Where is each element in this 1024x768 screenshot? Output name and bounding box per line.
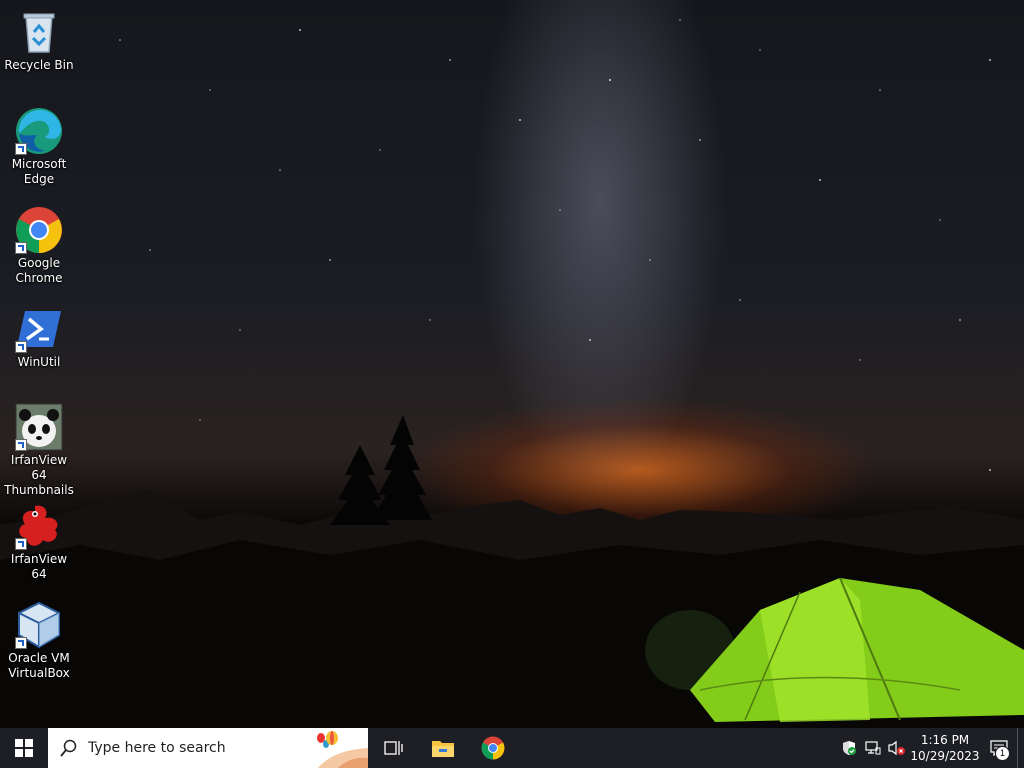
notification-count-badge: 1 xyxy=(995,746,1010,761)
folder-icon xyxy=(432,741,454,757)
show-desktop-button[interactable] xyxy=(1017,728,1024,768)
powershell-icon xyxy=(15,305,63,353)
desktop-icon-label: Recycle Bin xyxy=(4,58,74,72)
task-view-button[interactable] xyxy=(368,728,418,768)
irfanview-icon xyxy=(15,502,63,550)
recycle-bin-icon xyxy=(15,8,63,56)
desktop-icon-label: Oracle VM VirtualBox xyxy=(8,651,70,680)
desktop-icon-recycle-bin[interactable]: Recycle Bin xyxy=(2,4,76,73)
system-tray: 1:16 PM 10/29/2023 1 xyxy=(837,728,1024,768)
network-icon xyxy=(865,741,881,755)
taskbar-clock[interactable]: 1:16 PM 10/29/2023 xyxy=(909,732,981,764)
taskbar: Type here to search 1:16 PM 10/29/2023 1 xyxy=(0,728,1024,768)
desktop-icon-label: IrfanView 64 xyxy=(10,552,68,581)
shortcut-arrow-icon xyxy=(15,439,27,451)
clock-time: 1:16 PM xyxy=(920,733,970,747)
desktop-icon-irfanview[interactable]: IrfanView 64 xyxy=(2,498,76,582)
desktop-icon-google-chrome[interactable]: Google Chrome xyxy=(2,202,76,286)
action-center-button[interactable]: 1 xyxy=(981,728,1017,768)
chrome-icon xyxy=(481,736,505,760)
file-explorer-button[interactable] xyxy=(418,728,468,768)
volume-muted-icon xyxy=(888,740,905,756)
irfanview-thumbnails-icon xyxy=(15,403,63,451)
network-tray[interactable] xyxy=(861,728,885,768)
start-button[interactable] xyxy=(0,728,48,768)
volume-tray[interactable] xyxy=(885,728,909,768)
desktop-icon-irfanview-thumbnails[interactable]: IrfanView 64 Thumbnails xyxy=(2,399,76,498)
desktop-icon-label: Google Chrome xyxy=(15,256,63,285)
desktop-icon-label: IrfanView 64 Thumbnails xyxy=(4,453,74,497)
edge-icon xyxy=(15,107,63,155)
shortcut-arrow-icon xyxy=(15,143,27,155)
shortcut-arrow-icon xyxy=(15,538,27,550)
desktop-icon-label: Microsoft Edge xyxy=(11,157,67,186)
windows-logo-icon xyxy=(15,739,33,757)
shield-icon xyxy=(843,741,856,755)
shortcut-arrow-icon xyxy=(15,341,27,353)
search-placeholder: Type here to search xyxy=(88,740,226,756)
taskbar-search-box[interactable]: Type here to search xyxy=(48,728,368,768)
desktop: Recycle Bin Microsoft Edge Google Chrome… xyxy=(0,0,1024,728)
desktop-icon-microsoft-edge[interactable]: Microsoft Edge xyxy=(2,103,76,187)
windows-security-tray[interactable] xyxy=(837,728,861,768)
clock-date: 10/29/2023 xyxy=(910,749,980,763)
chrome-icon xyxy=(15,206,63,254)
chrome-taskbar-button[interactable] xyxy=(468,728,518,768)
shortcut-arrow-icon xyxy=(15,242,27,254)
desktop-icon-winutil[interactable]: WinUtil xyxy=(2,301,76,370)
desktop-icon-oracle-vm-virtualbox[interactable]: Oracle VM VirtualBox xyxy=(2,597,76,681)
virtualbox-icon xyxy=(15,601,63,649)
wallpaper-night-sky xyxy=(0,19,1024,728)
search-highlight-illustration xyxy=(317,731,368,768)
shortcut-arrow-icon xyxy=(15,637,27,649)
desktop-icon-label: WinUtil xyxy=(17,355,61,369)
task-view-icon xyxy=(384,741,403,755)
search-icon xyxy=(60,739,77,757)
